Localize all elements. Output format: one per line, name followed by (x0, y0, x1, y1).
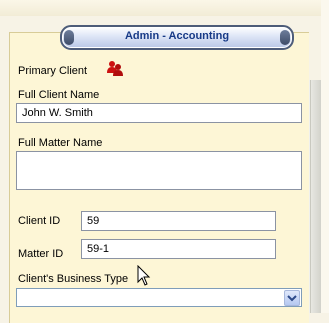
full-matter-name-field[interactable] (16, 151, 302, 190)
panel-scrollbar-thumb[interactable] (310, 80, 321, 313)
client-id-field[interactable]: 59 (81, 211, 276, 231)
section-header: Admin - Accounting (60, 25, 294, 50)
matter-id-field[interactable]: 59-1 (81, 239, 276, 259)
section-title: Admin - Accounting (124, 30, 230, 42)
primary-client-label: Primary Client (18, 65, 88, 77)
dropdown-button[interactable] (284, 290, 300, 306)
full-client-name-field[interactable]: John W. Smith (16, 103, 302, 123)
business-type-label: Client's Business Type (18, 273, 129, 285)
user-group-icon[interactable] (107, 60, 123, 76)
full-client-name-label: Full Client Name (18, 89, 100, 101)
window-top-frame (0, 0, 329, 16)
window-right-edge (321, 0, 329, 313)
full-matter-name-label: Full Matter Name (18, 137, 103, 149)
matter-id-label: Matter ID (18, 248, 64, 260)
mouse-cursor-icon (137, 264, 151, 290)
business-type-select[interactable] (16, 288, 302, 307)
client-id-label: Client ID (18, 215, 61, 227)
chevron-down-icon (287, 295, 297, 302)
